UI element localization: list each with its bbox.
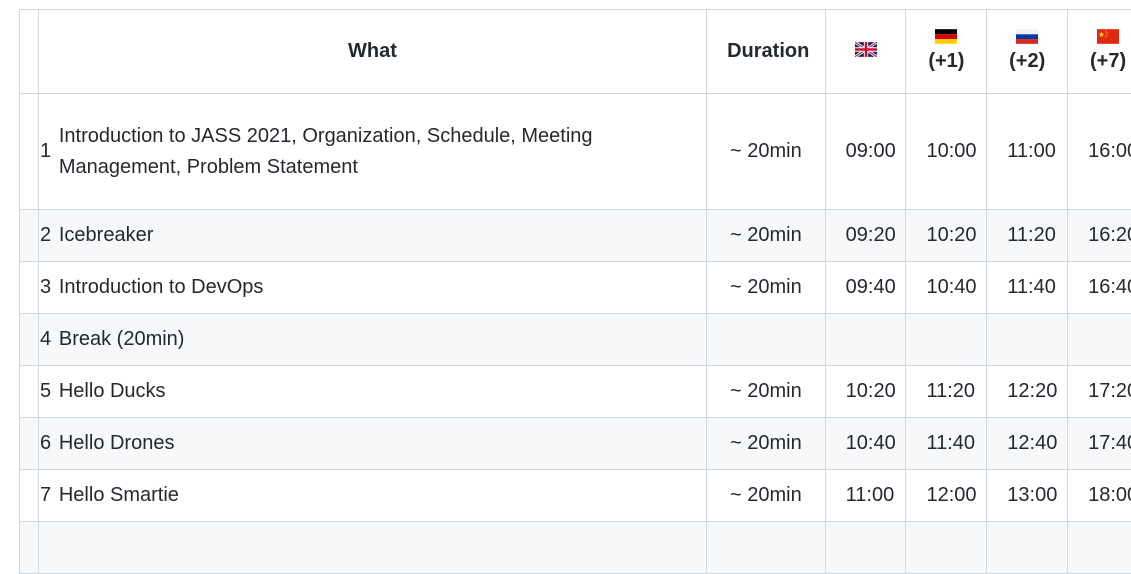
header-zone-germany: (+1): [906, 10, 987, 94]
row-time-germany: [906, 314, 987, 366]
row-what: Hello Smartie: [38, 470, 706, 522]
row-time-uk: 09:20: [825, 210, 906, 262]
empty-cell: [825, 522, 906, 574]
empty-cell: [38, 522, 706, 574]
header-zone-china: (+7): [1068, 10, 1131, 94]
row-duration: ~ 20min: [707, 418, 826, 470]
row-time-germany: 11:40: [906, 418, 987, 470]
row-time-china: 17:40: [1068, 418, 1131, 470]
row-time-uk: [825, 314, 906, 366]
row-time-russia: 12:20: [987, 366, 1068, 418]
empty-cell: [707, 522, 826, 574]
schedule-table: What Duration: [19, 9, 1131, 574]
header-number: [20, 10, 39, 94]
row-time-uk: 11:00: [825, 470, 906, 522]
empty-cell: [20, 522, 39, 574]
row-time-russia: 11:20: [987, 210, 1068, 262]
row-number: 2: [20, 210, 39, 262]
row-what: Hello Ducks: [38, 366, 706, 418]
row-number: 5: [20, 366, 39, 418]
row-time-germany: 10:00: [906, 94, 987, 210]
row-time-germany: 10:40: [906, 262, 987, 314]
row-time-germany: 10:20: [906, 210, 987, 262]
row-duration: ~ 20min: [707, 262, 826, 314]
zone-offset-russia: (+2): [1007, 48, 1047, 74]
row-time-uk: 09:00: [825, 94, 906, 210]
table-row: [20, 522, 1131, 574]
header-zone-uk: [825, 10, 906, 94]
zone-offset-china: (+7): [1088, 48, 1128, 74]
flag-china-icon: [1097, 29, 1119, 44]
row-what: Introduction to DevOps: [38, 262, 706, 314]
row-what: Introduction to JASS 2021, Organization,…: [38, 94, 706, 210]
row-time-uk: 10:40: [825, 418, 906, 470]
table-row: 1 Introduction to JASS 2021, Organizatio…: [20, 94, 1131, 210]
empty-cell: [1068, 522, 1131, 574]
row-time-russia: 11:00: [987, 94, 1068, 210]
row-time-russia: [987, 314, 1068, 366]
table-row: 7 Hello Smartie ~ 20min 11:00 12:00 13:0…: [20, 470, 1131, 522]
empty-cell: [906, 522, 987, 574]
row-time-china: 17:20: [1068, 366, 1131, 418]
table-row: 4 Break (20min): [20, 314, 1131, 366]
table-row: 6 Hello Drones ~ 20min 10:40 11:40 12:40…: [20, 418, 1131, 470]
header-zone-russia: (+2): [987, 10, 1068, 94]
header-row: What Duration: [20, 10, 1131, 94]
row-time-china: 16:00: [1068, 94, 1131, 210]
row-what: Hello Drones: [38, 418, 706, 470]
row-duration: ~ 20min: [707, 210, 826, 262]
flag-germany-icon: [935, 29, 957, 44]
row-time-uk: 10:20: [825, 366, 906, 418]
row-number: 1: [20, 94, 39, 210]
row-time-germany: 12:00: [906, 470, 987, 522]
row-time-china: 18:00: [1068, 470, 1131, 522]
row-time-china: [1068, 314, 1131, 366]
row-number: 7: [20, 470, 39, 522]
row-what: Icebreaker: [38, 210, 706, 262]
row-what: Break (20min): [38, 314, 706, 366]
row-time-russia: 12:40: [987, 418, 1068, 470]
empty-cell: [987, 522, 1068, 574]
flag-uk-icon: [855, 42, 877, 57]
row-number: 3: [20, 262, 39, 314]
row-time-germany: 11:20: [906, 366, 987, 418]
row-time-china: 16:20: [1068, 210, 1131, 262]
row-time-uk: 09:40: [825, 262, 906, 314]
row-time-russia: 11:40: [987, 262, 1068, 314]
row-time-russia: 13:00: [987, 470, 1068, 522]
table-row: 2 Icebreaker ~ 20min 09:20 10:20 11:20 1…: [20, 210, 1131, 262]
table-row: 3 Introduction to DevOps ~ 20min 09:40 1…: [20, 262, 1131, 314]
zone-offset-germany: (+1): [926, 48, 966, 74]
row-time-china: 16:40: [1068, 262, 1131, 314]
header-what: What: [38, 10, 706, 94]
row-duration: ~ 20min: [707, 470, 826, 522]
header-duration: Duration: [707, 10, 826, 94]
flag-russia-icon: [1016, 29, 1038, 44]
table-row: 5 Hello Ducks ~ 20min 10:20 11:20 12:20 …: [20, 366, 1131, 418]
row-duration: ~ 20min: [707, 94, 826, 210]
row-number: 4: [20, 314, 39, 366]
row-duration: ~ 20min: [707, 366, 826, 418]
row-duration: [707, 314, 826, 366]
row-number: 6: [20, 418, 39, 470]
